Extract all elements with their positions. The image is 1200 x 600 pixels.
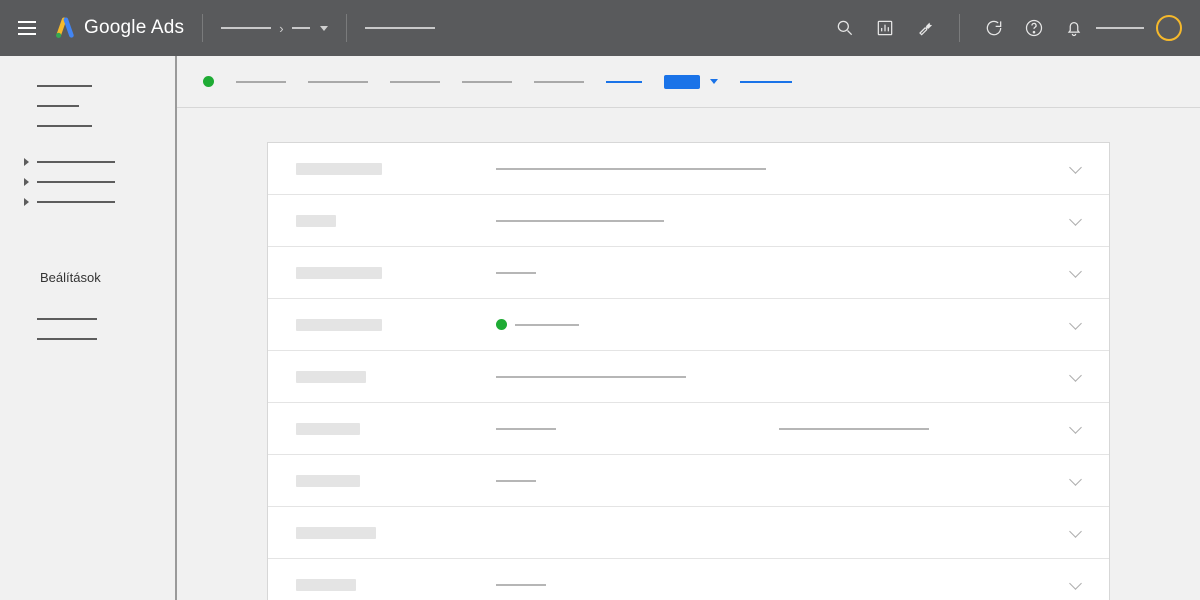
sidebar-item-4[interactable] — [0, 172, 175, 192]
tab-bar — [177, 56, 1200, 108]
divider — [959, 14, 960, 42]
sidebar-tail-0[interactable] — [0, 309, 175, 329]
notifications-icon[interactable] — [1064, 18, 1084, 38]
settings-row-7[interactable] — [268, 507, 1109, 559]
tab-3[interactable] — [462, 81, 512, 83]
top-bar: Google Ads — [0, 0, 1200, 56]
row-label — [296, 579, 356, 591]
main-area — [177, 56, 1200, 600]
search-icon[interactable] — [835, 18, 855, 38]
divider — [346, 14, 347, 42]
sidebar-tail-1[interactable] — [0, 329, 175, 349]
divider — [202, 14, 203, 42]
chevron-down-icon — [1069, 579, 1081, 591]
row-label — [296, 527, 376, 539]
settings-row-2[interactable] — [268, 247, 1109, 299]
sidebar-item-settings[interactable]: Beálítások — [0, 264, 175, 291]
chevron-down-icon — [1069, 371, 1081, 383]
row-label — [296, 423, 360, 435]
tab-active-pill[interactable] — [664, 75, 700, 89]
row-label — [296, 267, 382, 279]
tools-icon[interactable] — [915, 18, 935, 38]
refresh-icon[interactable] — [984, 18, 1004, 38]
chevron-down-icon — [1069, 475, 1081, 487]
chevron-down-icon — [1069, 163, 1081, 175]
tab-4[interactable] — [534, 81, 584, 83]
logo[interactable]: Google Ads — [54, 17, 184, 39]
left-nav: Beálítások — [0, 56, 175, 600]
settings-row-4[interactable] — [268, 351, 1109, 403]
chevron-down-icon — [1069, 319, 1081, 331]
settings-row-6[interactable] — [268, 455, 1109, 507]
chevron-down-icon — [1069, 527, 1081, 539]
campaign-breadcrumb[interactable] — [365, 27, 435, 29]
help-icon[interactable] — [1024, 18, 1044, 38]
status-dot-icon — [496, 319, 507, 330]
ads-logo-icon — [54, 17, 76, 39]
sidebar-item-0[interactable] — [0, 76, 175, 96]
avatar[interactable] — [1156, 15, 1182, 41]
account-label[interactable] — [1096, 27, 1144, 29]
menu-icon[interactable] — [18, 21, 36, 35]
tab-more[interactable] — [740, 81, 792, 83]
row-label — [296, 163, 382, 175]
row-label — [296, 215, 336, 227]
chevron-down-icon — [1069, 215, 1081, 227]
account-switcher[interactable] — [221, 21, 327, 36]
sidebar-item-5[interactable] — [0, 192, 175, 212]
tab-0[interactable] — [236, 81, 286, 83]
chevron-down-icon[interactable] — [710, 79, 718, 84]
settings-row-8[interactable] — [268, 559, 1109, 600]
tab-active-underline[interactable] — [606, 81, 642, 83]
settings-panel — [267, 142, 1110, 600]
reports-icon[interactable] — [875, 18, 895, 38]
chevron-down-icon — [1069, 267, 1081, 279]
chevron-down-icon — [1069, 423, 1081, 435]
status-indicator — [203, 76, 214, 87]
settings-row-3[interactable] — [268, 299, 1109, 351]
toolbar-icons — [835, 14, 1084, 42]
logo-text: Google Ads — [84, 17, 184, 39]
row-label — [296, 475, 360, 487]
settings-row-0[interactable] — [268, 143, 1109, 195]
row-label — [296, 371, 366, 383]
settings-row-5[interactable] — [268, 403, 1109, 455]
tab-1[interactable] — [308, 81, 368, 83]
sidebar-item-3[interactable] — [0, 152, 175, 172]
tab-2[interactable] — [390, 81, 440, 83]
sidebar-item-2[interactable] — [0, 116, 175, 136]
settings-row-1[interactable] — [268, 195, 1109, 247]
row-label — [296, 319, 382, 331]
sidebar-item-1[interactable] — [0, 96, 175, 116]
